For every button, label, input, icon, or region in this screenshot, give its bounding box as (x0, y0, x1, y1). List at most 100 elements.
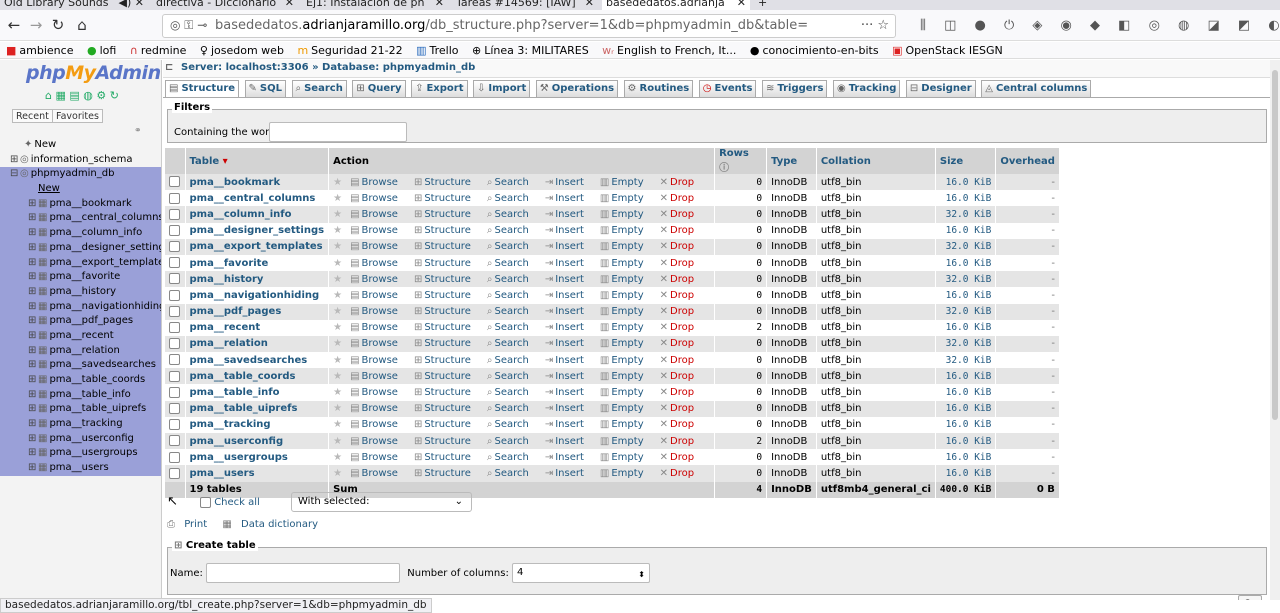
browse-action[interactable]: ▤ Browse (350, 452, 406, 463)
table-name-link[interactable]: pma__central_columns (185, 190, 330, 207)
empty-action[interactable]: ▥ Empty (600, 225, 652, 236)
drop-action[interactable]: ✕ Drop (660, 403, 702, 414)
empty-action[interactable]: ▥ Empty (600, 387, 652, 398)
tree-table[interactable]: ⊞ ▦ pma__users (0, 461, 161, 476)
table-name-link[interactable]: pma__column_info (185, 206, 330, 223)
search-action[interactable]: ⌕ Search (487, 403, 537, 414)
with-selected-dropdown[interactable]: With selected: ⌄ (291, 492, 472, 512)
table-name-input[interactable] (206, 563, 401, 583)
row-checkbox[interactable] (169, 338, 180, 350)
insert-action[interactable]: ⇥ Insert (545, 258, 592, 269)
drop-action[interactable]: ✕ Drop (660, 371, 702, 382)
row-checkbox[interactable] (169, 257, 180, 269)
insert-action[interactable]: ⇥ Insert (545, 322, 592, 333)
favorite-star-icon[interactable]: ★ (333, 387, 342, 398)
favorite-star-icon[interactable]: ★ (333, 419, 342, 430)
empty-action[interactable]: ▥ Empty (600, 274, 652, 285)
table-name-link[interactable]: pma__bookmark (185, 174, 330, 191)
col-size[interactable]: Size (935, 148, 997, 174)
structure-action[interactable]: ⊞ Structure (414, 322, 479, 333)
table-size[interactable]: 16.0 KiB (935, 400, 997, 417)
drop-action[interactable]: ✕ Drop (660, 177, 702, 188)
favorite-star-icon[interactable]: ★ (333, 452, 342, 463)
insert-action[interactable]: ⇥ Insert (545, 177, 592, 188)
col-type[interactable]: Type (766, 148, 817, 174)
table-name-link[interactable]: pma__designer_settings (185, 222, 330, 239)
empty-action[interactable]: ▥ Empty (600, 371, 652, 382)
browse-action[interactable]: ▤ Browse (350, 193, 406, 204)
structure-action[interactable]: ⊞ Structure (414, 306, 479, 317)
table-size[interactable]: 16.0 KiB (935, 384, 997, 401)
browse-action[interactable]: ▤ Browse (350, 177, 406, 188)
tab-tracking[interactable]: ◉ Tracking (832, 80, 901, 97)
table-size[interactable]: 32.0 KiB (935, 335, 997, 353)
structure-action[interactable]: ⊞ Structure (414, 338, 479, 349)
close-icon[interactable]: ✕ (737, 0, 746, 10)
bookmark[interactable]: wᵣ English to French, It... (602, 44, 736, 57)
search-action[interactable]: ⌕ Search (487, 306, 537, 317)
empty-action[interactable]: ▥ Empty (600, 338, 652, 349)
favorite-star-icon[interactable]: ★ (333, 355, 342, 366)
row-checkbox[interactable] (169, 451, 180, 463)
insert-action[interactable]: ⇥ Insert (545, 355, 592, 366)
favorite-star-icon[interactable]: ★ (333, 241, 342, 252)
browse-action[interactable]: ▤ Browse (350, 274, 406, 285)
drop-action[interactable]: ✕ Drop (660, 290, 702, 301)
col-table[interactable]: Table ▾ (185, 148, 330, 174)
insert-action[interactable]: ⇥ Insert (545, 387, 592, 398)
search-action[interactable]: ⌕ Search (487, 274, 537, 285)
drop-action[interactable]: ✕ Drop (660, 225, 702, 236)
drop-action[interactable]: ✕ Drop (660, 419, 702, 430)
drop-action[interactable]: ✕ Drop (660, 193, 702, 204)
row-checkbox[interactable] (169, 322, 180, 334)
empty-action[interactable]: ▥ Empty (600, 436, 652, 447)
tree-table[interactable]: ⊞ ▦ pma__recent (0, 328, 161, 344)
tree-table[interactable]: ⊞ ▦ pma__table_coords (0, 373, 161, 388)
search-action[interactable]: ⌕ Search (487, 209, 537, 220)
structure-action[interactable]: ⊞ Structure (414, 355, 479, 366)
table-name-link[interactable]: pma__savedsearches (185, 352, 330, 369)
tree-table[interactable]: ⊞ ▦ pma__userconfig (0, 431, 161, 447)
collapse-nav-icon[interactable]: ⊏ (165, 60, 173, 76)
tree-db-information-schema[interactable]: ⊞ ◎ information_schema (0, 153, 161, 168)
structure-action[interactable]: ⊞ Structure (414, 177, 479, 188)
tree-table[interactable]: ⊞ ▦ pma__usergroups (0, 446, 161, 462)
empty-action[interactable]: ▥ Empty (600, 258, 652, 269)
tab-export[interactable]: ⇪ Export (411, 80, 468, 97)
row-checkbox[interactable] (169, 208, 180, 220)
tab-import[interactable]: ⇩ Import (473, 80, 531, 97)
drop-action[interactable]: ✕ Drop (660, 209, 702, 220)
insert-action[interactable]: ⇥ Insert (545, 419, 592, 430)
empty-action[interactable]: ▥ Empty (600, 306, 652, 317)
table-size[interactable]: 16.0 KiB (935, 319, 997, 336)
tree-table[interactable]: ⊞ ▦ pma__navigationhiding (0, 299, 161, 315)
table-size[interactable]: 16.0 KiB (935, 433, 997, 450)
tree-table[interactable]: ⊞ ▦ pma__history (0, 284, 161, 300)
close-icon[interactable]: ✕ (585, 0, 594, 10)
scrollbar-thumb[interactable] (1272, 70, 1278, 420)
bookmark[interactable]: ▣ OpenStack IESGN (892, 44, 1003, 57)
structure-action[interactable]: ⊞ Structure (414, 225, 479, 236)
table-name-link[interactable]: pma__navigationhiding (185, 287, 330, 304)
browse-action[interactable]: ▤ Browse (350, 403, 406, 414)
browse-action[interactable]: ▤ Browse (350, 355, 406, 366)
empty-action[interactable]: ▥ Empty (600, 290, 652, 301)
row-checkbox[interactable] (169, 386, 180, 398)
search-action[interactable]: ⌕ Search (487, 355, 537, 366)
insert-action[interactable]: ⇥ Insert (545, 338, 592, 349)
insert-action[interactable]: ⇥ Insert (545, 290, 592, 301)
browser-tab-active[interactable]: basededatos.adrianja ✕ (602, 0, 750, 10)
tree-table[interactable]: ⊞ ▦ pma__column_info (0, 226, 161, 241)
check-all-checkbox[interactable] (200, 496, 212, 508)
breadcrumb-server[interactable]: Server: localhost:3306 (181, 62, 309, 73)
close-icon[interactable]: ✕ (285, 0, 294, 10)
table-name-link[interactable]: pma__relation (185, 335, 330, 353)
row-checkbox[interactable] (169, 241, 180, 253)
table-size[interactable]: 16.0 KiB (935, 465, 997, 482)
browser-tab[interactable]: Old Library Sounds ◀) ✕ (0, 0, 148, 10)
favorite-star-icon[interactable]: ★ (333, 290, 342, 301)
row-checkbox[interactable] (169, 467, 180, 479)
browser-tab[interactable]: Tareas #14569: [IAW] ✕ (452, 0, 598, 10)
structure-action[interactable]: ⊞ Structure (414, 290, 479, 301)
print-link[interactable]: ⎙ Print (167, 519, 213, 530)
